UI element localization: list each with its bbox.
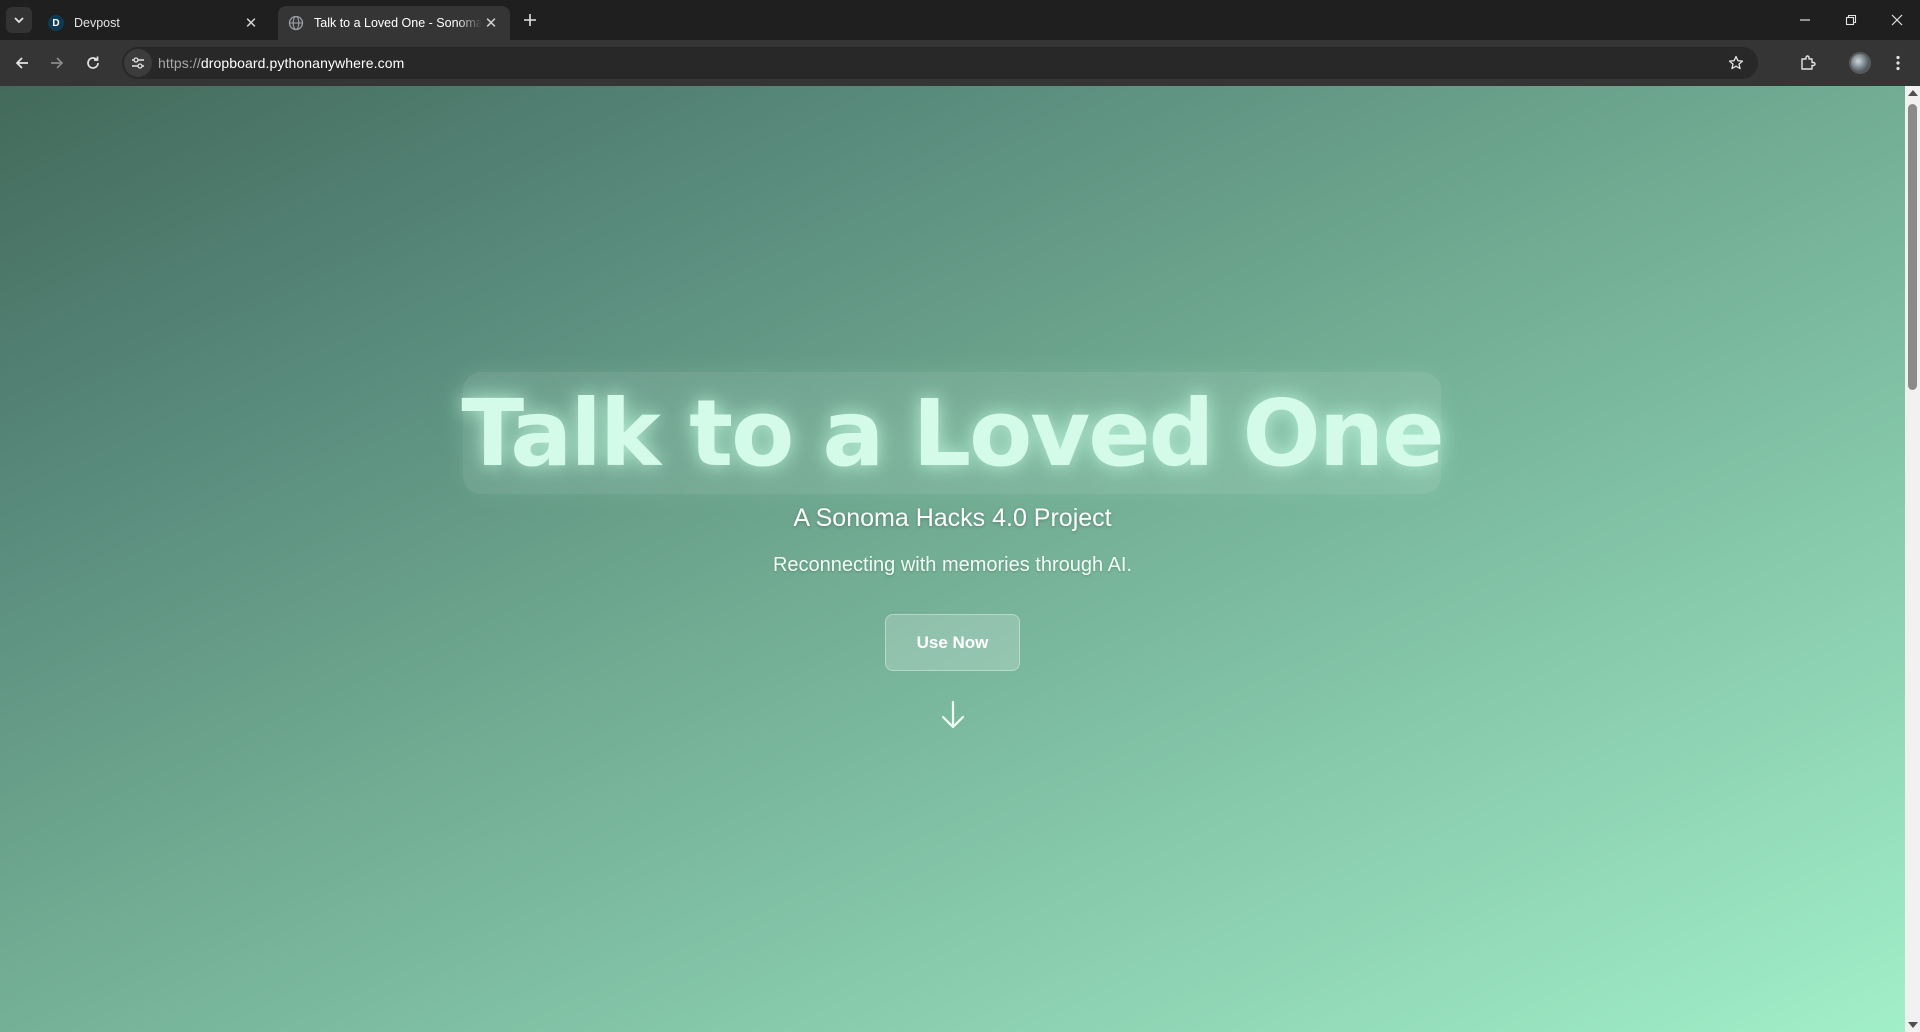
scroll-up-arrow-icon[interactable] bbox=[1908, 90, 1918, 96]
bookmark-button[interactable] bbox=[1726, 53, 1746, 73]
reload-button[interactable] bbox=[79, 49, 107, 77]
tab-devpost[interactable]: D Devpost ✕ bbox=[38, 6, 270, 40]
restore-icon bbox=[1845, 14, 1857, 26]
address-bar[interactable]: https://dropboard.pythonanywhere.com bbox=[122, 47, 1758, 79]
arrow-right-icon bbox=[51, 57, 64, 69]
browser-toolbar: https://dropboard.pythonanywhere.com bbox=[0, 40, 1920, 86]
devpost-favicon-icon: D bbox=[48, 15, 64, 31]
close-icon bbox=[1891, 14, 1903, 26]
close-window-button[interactable] bbox=[1874, 0, 1920, 40]
tab-strip: D Devpost ✕ Talk to a Loved One - Sonoma… bbox=[0, 0, 1920, 40]
tab-talk-to-a-loved-one[interactable]: Talk to a Loved One - Sonoma H ✕ bbox=[278, 6, 510, 40]
tab-close-icon[interactable]: ✕ bbox=[242, 14, 260, 32]
page-tagline: Reconnecting with memories through AI. bbox=[772, 554, 1133, 576]
page-title: Talk to a Loved One bbox=[461, 379, 1444, 487]
url-scheme: https:// bbox=[158, 55, 201, 71]
scroll-down-button[interactable] bbox=[939, 698, 967, 732]
menu-button[interactable] bbox=[1884, 49, 1912, 77]
page-subtitle: A Sonoma Hacks 4.0 Project bbox=[793, 504, 1112, 532]
scroll-down-arrow-icon[interactable] bbox=[1908, 1022, 1918, 1028]
minimize-button[interactable] bbox=[1782, 0, 1828, 40]
page-viewport: Talk to a Loved One A Sonoma Hacks 4.0 P… bbox=[0, 86, 1905, 1032]
kebab-menu-icon bbox=[1896, 55, 1900, 71]
arrow-left-icon bbox=[15, 57, 28, 69]
avatar bbox=[1849, 52, 1871, 74]
use-now-button[interactable]: Use Now bbox=[885, 614, 1020, 671]
arrow-down-icon bbox=[941, 700, 965, 729]
chevron-down-icon bbox=[14, 17, 24, 24]
reload-icon bbox=[87, 56, 99, 69]
tune-icon bbox=[132, 57, 144, 69]
plus-icon bbox=[524, 14, 536, 26]
scrollbar[interactable] bbox=[1905, 86, 1920, 1032]
tab-close-icon[interactable]: ✕ bbox=[482, 14, 500, 32]
profile-button[interactable] bbox=[1846, 49, 1874, 77]
site-info-button[interactable] bbox=[124, 49, 152, 77]
tab-search-button[interactable] bbox=[6, 7, 32, 33]
minimize-icon bbox=[1800, 19, 1810, 21]
scrollbar-thumb[interactable] bbox=[1908, 104, 1917, 390]
url-text[interactable]: https://dropboard.pythonanywhere.com bbox=[158, 55, 404, 71]
star-icon bbox=[1728, 55, 1744, 70]
globe-icon bbox=[288, 15, 304, 31]
new-tab-button[interactable] bbox=[518, 8, 542, 32]
extensions-button[interactable] bbox=[1794, 49, 1822, 77]
restore-button[interactable] bbox=[1828, 0, 1874, 40]
forward-button[interactable] bbox=[43, 49, 71, 77]
hero-title-panel: Talk to a Loved One bbox=[461, 372, 1445, 494]
tab-title: Talk to a Loved One - Sonoma H bbox=[314, 16, 482, 30]
tab-title: Devpost bbox=[74, 16, 120, 30]
url-host: dropboard.pythonanywhere.com bbox=[200, 55, 405, 71]
puzzle-icon bbox=[1801, 55, 1816, 70]
back-button[interactable] bbox=[8, 49, 36, 77]
